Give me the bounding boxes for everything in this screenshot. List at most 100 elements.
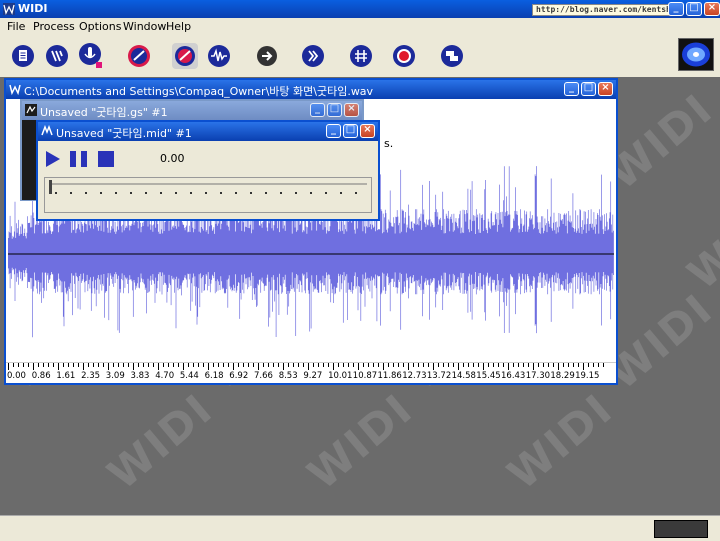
timeline-tick: [8, 363, 9, 370]
open-file-button[interactable]: [44, 43, 70, 69]
timeline-tick: [558, 363, 559, 370]
menu-process[interactable]: Process: [33, 20, 75, 33]
timeline-label: 18.29: [550, 371, 575, 381]
convert-button[interactable]: [300, 43, 326, 69]
mid-window-title: Unsaved "굿타임.mid" #1: [56, 127, 192, 140]
timeline-label: 16.43: [501, 371, 526, 381]
slider-tick-mark: [190, 192, 192, 194]
stop-record-button[interactable]: [391, 43, 417, 69]
timeline-tick: [213, 363, 214, 367]
timeline-tick: [543, 363, 544, 367]
timeline-tick: [503, 363, 504, 367]
timeline-tick: [538, 363, 539, 367]
timeline-tick: [253, 363, 254, 367]
timeline-tick: [328, 363, 329, 367]
menu-file[interactable]: File: [7, 20, 25, 33]
timeline-tick: [458, 363, 459, 370]
watermark-text: WIDI: [98, 384, 223, 499]
mid-minimize-button[interactable]: _: [326, 124, 341, 138]
timeline-tick: [203, 363, 204, 367]
timeline-tick: [373, 363, 374, 367]
export-button[interactable]: [439, 43, 465, 69]
new-file-button[interactable]: [10, 43, 36, 69]
timeline-tick: [28, 363, 29, 367]
settings-button[interactable]: [172, 43, 198, 69]
gs-close-button[interactable]: ×: [344, 103, 359, 117]
position-slider[interactable]: [44, 177, 372, 213]
status-panel: [654, 520, 708, 538]
microphone-icon: [79, 43, 102, 68]
timeline-label: 4.70: [155, 371, 175, 381]
timeline-tick: [273, 363, 274, 367]
timeline-tick: [448, 363, 449, 367]
timeline-ruler[interactable]: 0.00 0.86 1.61 2.35 3.09 3.83 4.70 5.44 6.18 6.92…: [6, 362, 616, 383]
timeline-tick: [388, 363, 389, 367]
slider-tick-mark: [55, 192, 57, 194]
timeline-label: 19.15: [575, 371, 600, 381]
timeline-tick: [38, 363, 39, 367]
mid-close-button[interactable]: ×: [360, 124, 375, 138]
maximize-icon: □: [689, 2, 699, 13]
timeline-label: 17.30: [525, 371, 551, 381]
wav-close-button[interactable]: ×: [598, 82, 613, 96]
grid-button[interactable]: [348, 43, 374, 69]
timeline-tick: [493, 363, 494, 367]
mid-window-title-bar[interactable]: Unsaved "굿타임.mid" #1 _ □ ×: [38, 122, 378, 141]
close-button[interactable]: ×: [704, 2, 720, 16]
gs-window-title-bar[interactable]: Unsaved "굿타임.gs" #1 _ □ ×: [22, 101, 362, 120]
timeline-tick: [418, 363, 419, 367]
wav-maximize-button[interactable]: □: [581, 82, 596, 96]
timeline-tick: [43, 363, 44, 367]
menu-options[interactable]: Options: [79, 20, 121, 33]
timeline-tick: [288, 363, 289, 367]
timeline-label: 11.86: [377, 371, 402, 381]
wav-minimize-button[interactable]: _: [564, 82, 579, 96]
timeline-tick: [138, 363, 139, 367]
timeline-tick: [223, 363, 224, 367]
record-button[interactable]: [78, 43, 104, 69]
timeline-tick: [103, 363, 104, 367]
timeline-tick: [218, 363, 219, 367]
timeline-tick: [293, 363, 294, 367]
slider-thumb[interactable]: [49, 180, 52, 194]
play-icon[interactable]: [46, 151, 60, 167]
menu-window[interactable]: Window: [123, 20, 166, 33]
timeline-tick: [178, 363, 179, 367]
analyze-button[interactable]: [126, 43, 152, 69]
timeline-tick: [228, 363, 229, 367]
slider-tick-mark: [340, 192, 342, 194]
waveform-button[interactable]: [206, 43, 232, 69]
timeline-tick: [568, 363, 569, 367]
timeline-tick: [248, 363, 249, 367]
waveform-icon: [208, 45, 230, 67]
timeline-tick: [118, 363, 119, 367]
menu-help[interactable]: Help: [166, 20, 191, 33]
gs-minimize-button[interactable]: _: [310, 103, 325, 117]
gs-maximize-button[interactable]: □: [327, 103, 342, 117]
minimize-button[interactable]: _: [668, 2, 684, 16]
mid-maximize-button[interactable]: □: [343, 124, 358, 138]
slider-tick-mark: [115, 192, 117, 194]
timeline-tick: [153, 363, 154, 367]
pause-icon[interactable]: [70, 151, 88, 167]
minimize-icon: _: [315, 103, 320, 114]
timeline-tick: [453, 363, 454, 367]
gs-window-title: Unsaved "굿타임.gs" #1: [40, 106, 168, 119]
timeline-tick: [523, 363, 524, 367]
widi-doc-icon: [9, 84, 21, 95]
timeline-tick: [598, 363, 599, 367]
timeline-label: 8.53: [278, 371, 298, 381]
play-forward-button[interactable]: [254, 43, 280, 69]
timeline-tick: [78, 363, 79, 367]
timeline-tick: [323, 363, 324, 367]
slider-tick-mark: [220, 192, 222, 194]
timeline-tick: [583, 363, 584, 370]
timeline-tick: [318, 363, 319, 367]
minimize-icon: _: [331, 124, 336, 135]
maximize-button[interactable]: □: [686, 2, 702, 16]
timeline-tick: [333, 363, 334, 370]
stop-icon[interactable]: [98, 151, 114, 167]
wav-window-title-bar[interactable]: C:\Documents and Settings\Compaq_Owner\바…: [6, 80, 616, 99]
new-file-icon: [12, 45, 34, 67]
timeline-tick: [208, 363, 209, 370]
